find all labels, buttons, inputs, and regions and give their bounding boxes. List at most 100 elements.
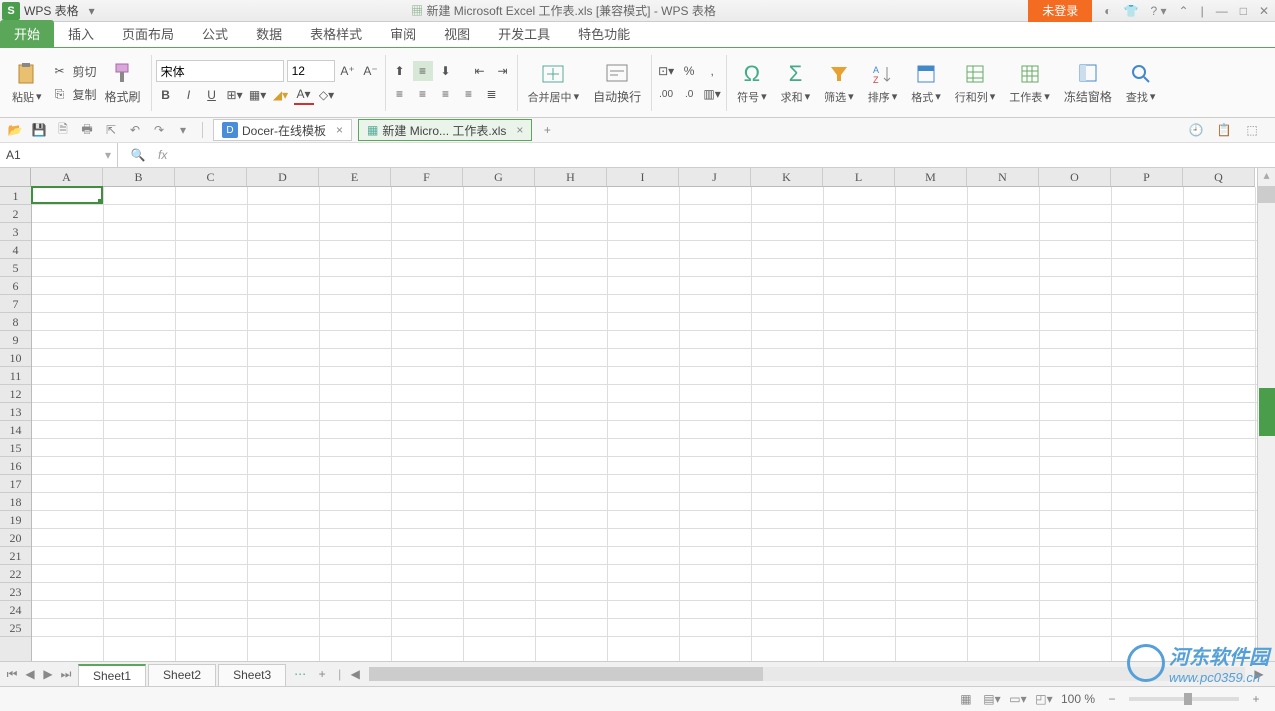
decrease-indent-icon[interactable]: ⇤ bbox=[470, 61, 490, 81]
col-header-K[interactable]: K bbox=[751, 168, 823, 186]
zoom-out-icon[interactable]: − bbox=[1103, 691, 1121, 707]
italic-button[interactable]: I bbox=[179, 85, 199, 105]
menu-开始[interactable]: 开始 bbox=[0, 20, 54, 47]
row-header-12[interactable]: 12 bbox=[0, 385, 31, 403]
fill-color-button[interactable]: ◢▾ bbox=[271, 85, 291, 105]
menu-页面布局[interactable]: 页面布局 bbox=[108, 20, 188, 47]
col-header-A[interactable]: A bbox=[31, 168, 103, 186]
wrap-icon[interactable] bbox=[604, 60, 630, 86]
align-middle-icon[interactable]: ≡ bbox=[413, 61, 433, 81]
copy-button[interactable]: 复制 bbox=[73, 86, 97, 103]
col-header-N[interactable]: N bbox=[967, 168, 1039, 186]
menu-开发工具[interactable]: 开发工具 bbox=[484, 20, 564, 47]
find-icon[interactable] bbox=[1128, 61, 1154, 87]
sheet-nav-first[interactable]: ⏮ bbox=[4, 666, 20, 682]
rowcol-button[interactable]: 行和列 ▾ bbox=[955, 89, 996, 105]
ribbon-collapse-icon[interactable]: ⌃ bbox=[1179, 4, 1189, 18]
close-tab-icon[interactable]: × bbox=[336, 123, 343, 137]
increase-indent-icon[interactable]: ⇥ bbox=[493, 61, 513, 81]
sheet-nav-next[interactable]: ▶ bbox=[40, 666, 56, 682]
sheet-list-icon[interactable]: ⋯ bbox=[292, 666, 308, 682]
comma-icon[interactable]: , bbox=[702, 61, 722, 81]
help-dropdown[interactable]: ? ▾ bbox=[1150, 4, 1166, 18]
filter-button[interactable]: 筛选 ▾ bbox=[824, 89, 854, 105]
row-header-1[interactable]: 1 bbox=[0, 187, 31, 205]
sheet-nav-last[interactable]: ⏭ bbox=[58, 666, 74, 682]
sum-icon[interactable]: Σ bbox=[782, 61, 808, 87]
redo-icon[interactable]: ↷ bbox=[150, 121, 168, 139]
rowcol-icon[interactable] bbox=[962, 61, 988, 87]
col-header-I[interactable]: I bbox=[607, 168, 679, 186]
hscroll-right[interactable]: ▶ bbox=[1251, 666, 1267, 682]
row-header-21[interactable]: 21 bbox=[0, 547, 31, 565]
sheet-button[interactable]: 工作表 ▾ bbox=[1009, 89, 1050, 105]
paste-button[interactable]: 粘贴 ▾ bbox=[12, 89, 42, 105]
skin-icon[interactable]: 👕 bbox=[1124, 4, 1139, 18]
find-button[interactable]: 查找 ▾ bbox=[1126, 89, 1156, 105]
col-header-L[interactable]: L bbox=[823, 168, 895, 186]
undo-icon[interactable]: ↶ bbox=[126, 121, 144, 139]
row-header-24[interactable]: 24 bbox=[0, 601, 31, 619]
print-icon[interactable]: 🖶 bbox=[78, 121, 96, 139]
distribute-icon[interactable]: ≣ bbox=[482, 84, 502, 104]
sync-icon[interactable]: ◐ bbox=[1104, 4, 1111, 18]
view-normal-icon[interactable]: ▦ bbox=[957, 691, 975, 707]
font-select[interactable] bbox=[156, 60, 284, 82]
print-preview-icon[interactable]: 🗎 bbox=[54, 121, 72, 139]
col-header-H[interactable]: H bbox=[535, 168, 607, 186]
row-header-15[interactable]: 15 bbox=[0, 439, 31, 457]
align-center-icon[interactable]: ≡ bbox=[413, 84, 433, 104]
row-header-11[interactable]: 11 bbox=[0, 367, 31, 385]
increase-decimal-icon[interactable]: .00 bbox=[656, 84, 676, 104]
menu-公式[interactable]: 公式 bbox=[188, 20, 242, 47]
menu-审阅[interactable]: 审阅 bbox=[376, 20, 430, 47]
zoom-slider[interactable] bbox=[1129, 697, 1239, 701]
align-top-icon[interactable]: ⬆ bbox=[390, 61, 410, 81]
merge-button[interactable]: 合并居中 ▾ bbox=[528, 89, 580, 105]
row-header-10[interactable]: 10 bbox=[0, 349, 31, 367]
menu-数据[interactable]: 数据 bbox=[242, 20, 296, 47]
close-button[interactable]: ✕ bbox=[1259, 4, 1269, 18]
align-left-icon[interactable]: ≡ bbox=[390, 84, 410, 104]
number-dropdown[interactable]: ▥▾ bbox=[702, 84, 722, 104]
row-header-20[interactable]: 20 bbox=[0, 529, 31, 547]
align-bottom-icon[interactable]: ⬇ bbox=[436, 61, 456, 81]
clear-format-button[interactable]: ◇▾ bbox=[317, 85, 337, 105]
row-header-8[interactable]: 8 bbox=[0, 313, 31, 331]
app-menu-dropdown[interactable]: ▾ bbox=[85, 4, 99, 18]
row-header-17[interactable]: 17 bbox=[0, 475, 31, 493]
row-header-4[interactable]: 4 bbox=[0, 241, 31, 259]
open-icon[interactable]: 📂 bbox=[6, 121, 24, 139]
row-header-25[interactable]: 25 bbox=[0, 619, 31, 637]
clock-icon[interactable]: 🕘 bbox=[1187, 121, 1205, 139]
font-size-select[interactable] bbox=[287, 60, 335, 82]
align-right-icon[interactable]: ≡ bbox=[436, 84, 456, 104]
justify-icon[interactable]: ≡ bbox=[459, 84, 479, 104]
row-header-14[interactable]: 14 bbox=[0, 421, 31, 439]
new-sheet-icon[interactable]: + bbox=[314, 666, 330, 682]
cut-button[interactable]: 剪切 bbox=[73, 63, 97, 80]
cell-style-button[interactable]: ▦▾ bbox=[248, 85, 268, 105]
col-header-C[interactable]: C bbox=[175, 168, 247, 186]
docer-tab[interactable]: D Docer-在线模板 × bbox=[213, 119, 352, 141]
clipboard-icon[interactable]: 📋 bbox=[1215, 121, 1233, 139]
app-badge[interactable]: S bbox=[2, 2, 20, 20]
sheet-tab-Sheet1[interactable]: Sheet1 bbox=[78, 664, 146, 686]
login-button[interactable]: 未登录 bbox=[1028, 0, 1092, 22]
row-header-7[interactable]: 7 bbox=[0, 295, 31, 313]
row-header-23[interactable]: 23 bbox=[0, 583, 31, 601]
col-header-G[interactable]: G bbox=[463, 168, 535, 186]
row-header-9[interactable]: 9 bbox=[0, 331, 31, 349]
filter-icon[interactable] bbox=[826, 61, 852, 87]
freeze-button[interactable]: 冻结窗格 bbox=[1064, 88, 1112, 105]
col-header-D[interactable]: D bbox=[247, 168, 319, 186]
row-header-13[interactable]: 13 bbox=[0, 403, 31, 421]
select-all-corner[interactable] bbox=[0, 168, 31, 187]
decrease-font-icon[interactable]: A⁻ bbox=[361, 61, 381, 81]
row-header-16[interactable]: 16 bbox=[0, 457, 31, 475]
format-painter-icon[interactable] bbox=[110, 60, 136, 86]
row-header-3[interactable]: 3 bbox=[0, 223, 31, 241]
col-header-P[interactable]: P bbox=[1111, 168, 1183, 186]
side-panel-toggle[interactable] bbox=[1259, 388, 1275, 436]
file-tab[interactable]: ▦ 新建 Micro... 工作表.xls × bbox=[358, 119, 532, 141]
